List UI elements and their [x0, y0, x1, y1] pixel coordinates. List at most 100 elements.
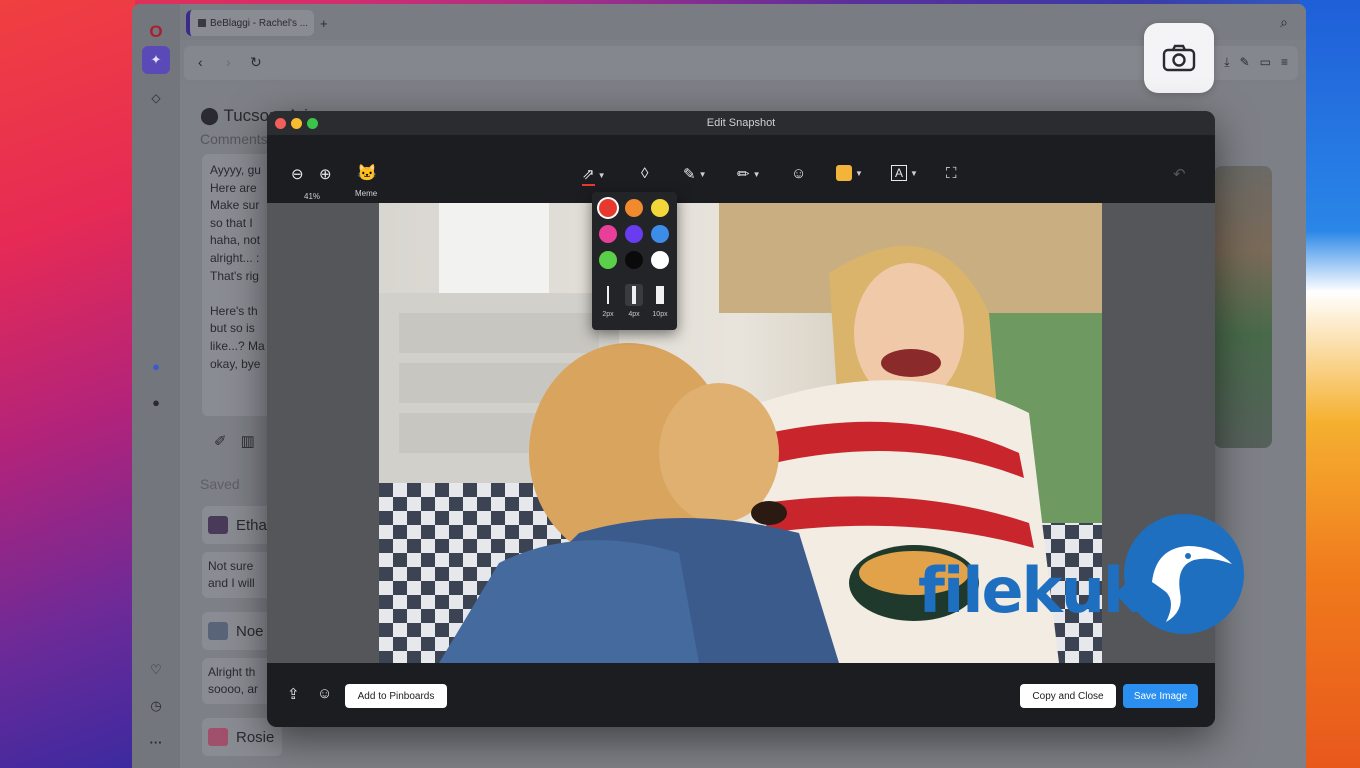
heart-icon[interactable]: ♡	[142, 656, 170, 684]
color-swatch-green[interactable]	[599, 251, 617, 269]
browser-sidebar: O ✦ ◇ ● ● ♡ ◷ ···	[132, 4, 180, 768]
color-swatch-red[interactable]	[599, 199, 617, 217]
color-swatch-blue[interactable]	[651, 225, 669, 243]
diamond-icon[interactable]: ◇	[142, 84, 170, 112]
menu-icon[interactable]: ≡	[1281, 55, 1288, 70]
zoom-out-icon[interactable]: ⊖	[291, 165, 304, 183]
forward-icon[interactable]: ›	[226, 54, 231, 70]
note-line-blank	[210, 285, 274, 303]
snapshot-toolbar: ⊖ ⊕ 41% 🐱 Meme ⇗ ▼ ◊ ✎ ▼ ✏ ▼ ☺ ▼ A ▼ ⛶ ↶	[267, 135, 1215, 203]
highlighter-tool[interactable]: ✎ ▼	[683, 165, 707, 183]
undo-icon[interactable]: ↶	[1173, 165, 1186, 183]
zoom-level: 41%	[304, 192, 321, 201]
color-swatch-orange[interactable]	[625, 199, 643, 217]
text-icon: A	[891, 165, 908, 181]
saved-item-title: Etha	[236, 516, 267, 534]
edit-icon[interactable]: ✎	[1240, 55, 1250, 70]
note-line: Make sur	[210, 198, 260, 213]
stroke-size-label: 4px	[628, 311, 640, 318]
note-line: haha, not	[210, 233, 261, 248]
snapshot-camera-button[interactable]	[1144, 23, 1214, 93]
meme-icon[interactable]: 🐱	[357, 163, 377, 183]
reload-icon[interactable]: ↻	[250, 54, 262, 71]
arrow-icon: ⇗	[582, 165, 595, 186]
add-to-pinboards-button[interactable]: Add to Pinboards	[345, 684, 447, 708]
history-clock-icon[interactable]: ◷	[142, 692, 170, 720]
stroke-size-10px[interactable]	[651, 284, 669, 306]
note-line: Here's th	[210, 303, 258, 318]
chevron-down-icon: ▼	[855, 168, 863, 178]
sticker-tool[interactable]: ▼	[836, 165, 863, 181]
address-bar[interactable]: ‹ › ↻ ⤓ ✎ ▭ ≡	[184, 46, 1298, 80]
saved-label: Saved	[200, 476, 240, 492]
opera-logo-icon[interactable]: O	[142, 18, 170, 46]
watermark-bird-logo	[1124, 514, 1244, 634]
saved-item-line: soooo, ar	[208, 682, 259, 696]
maximize-window-button[interactable]	[307, 118, 318, 129]
tab-favicon-icon	[198, 19, 206, 27]
chevron-down-icon: ▼	[910, 168, 918, 178]
saved-item-color-swatch	[208, 622, 228, 640]
dialog-bottom-bar: ⇪ ☺ Add to Pinboards Copy and Close Save…	[267, 663, 1215, 727]
blur-drop-icon[interactable]: ◊	[641, 165, 648, 182]
share-icon[interactable]: ⇪	[287, 685, 300, 703]
location-pin-icon: ⬤	[200, 106, 220, 125]
more-options-icon[interactable]: ···	[142, 728, 170, 756]
stroke-size-4px[interactable]	[625, 284, 643, 306]
sticker-icon	[836, 165, 852, 181]
wallpaper-left	[0, 0, 135, 768]
back-icon[interactable]: ‹	[198, 54, 203, 70]
copy-and-close-button[interactable]: Copy and Close	[1020, 684, 1116, 708]
note-line: okay, bye	[210, 356, 261, 371]
saved-item-title: Rosie	[236, 728, 275, 746]
color-swatch-purple[interactable]	[625, 225, 643, 243]
note-line: Ayyyy, gu	[210, 163, 261, 177]
note-line: alright... :	[210, 250, 260, 265]
messenger-icon[interactable]: ●	[142, 352, 170, 380]
crop-icon[interactable]: ⛶	[946, 165, 957, 182]
stroke-size-2px[interactable]	[599, 284, 617, 306]
minimize-window-button[interactable]	[291, 118, 302, 129]
brush-icon[interactable]: ✐	[214, 432, 227, 450]
camera-icon	[1162, 44, 1196, 72]
wallpaper-right	[1300, 0, 1360, 768]
book-icon[interactable]: ▥	[241, 432, 255, 450]
color-swatch-black[interactable]	[625, 251, 643, 269]
aria-icon[interactable]: ✦	[142, 46, 170, 74]
meme-label: Meme	[355, 189, 378, 198]
save-image-button[interactable]: Save Image	[1123, 684, 1198, 708]
note-line: Here are	[210, 180, 257, 195]
download-icon[interactable]: ⤓	[1224, 55, 1229, 70]
stroke-size-label: 10px	[652, 311, 668, 318]
chevron-down-icon: ▼	[698, 169, 707, 179]
text-tool[interactable]: A ▼	[891, 165, 918, 181]
tab-bar: BeBlaggi - Rachel's ... + ⌕	[180, 4, 1306, 40]
chevron-down-icon: ▼	[597, 171, 606, 180]
x-app-icon[interactable]: ●	[142, 388, 170, 416]
browser-tab[interactable]: BeBlaggi - Rachel's ...	[186, 10, 314, 36]
comments-label: Comments	[200, 131, 268, 147]
color-swatch-pink[interactable]	[599, 225, 617, 243]
dialog-title: Edit Snapshot	[706, 117, 776, 129]
dialog-titlebar: Edit Snapshot	[267, 111, 1215, 135]
emoji-icon[interactable]: ☺	[317, 685, 332, 702]
pencil-tool[interactable]: ✏ ▼	[737, 165, 761, 183]
search-icon[interactable]: ⌕	[1280, 14, 1288, 31]
wallet-icon[interactable]: ▭	[1260, 55, 1271, 70]
background-photo	[1214, 166, 1272, 448]
close-window-button[interactable]	[275, 118, 286, 129]
note-line: but so is	[210, 321, 255, 336]
zoom-in-icon[interactable]: ⊕	[319, 165, 332, 183]
new-tab-button[interactable]: +	[320, 16, 328, 31]
saved-item-color-swatch	[208, 516, 228, 534]
address-bar-tools: ⤓ ✎ ▭ ≡	[1224, 55, 1288, 70]
emoji-sticker-icon[interactable]: ☺	[791, 165, 806, 182]
tab-label: BeBlaggi - Rachel's ...	[210, 17, 309, 29]
color-swatch-white[interactable]	[651, 251, 669, 269]
highlighter-icon: ✎	[683, 166, 696, 183]
pencil-icon: ✏	[737, 166, 750, 183]
color-swatch-yellow[interactable]	[651, 199, 669, 217]
stroke-size-label: 2px	[602, 311, 614, 318]
arrow-tool[interactable]: ⇗ ▼	[582, 165, 606, 186]
edit-snapshot-dialog: Edit Snapshot ⊖ ⊕ 41% 🐱 Meme ⇗ ▼ ◊ ✎ ▼ ✏…	[267, 111, 1215, 727]
